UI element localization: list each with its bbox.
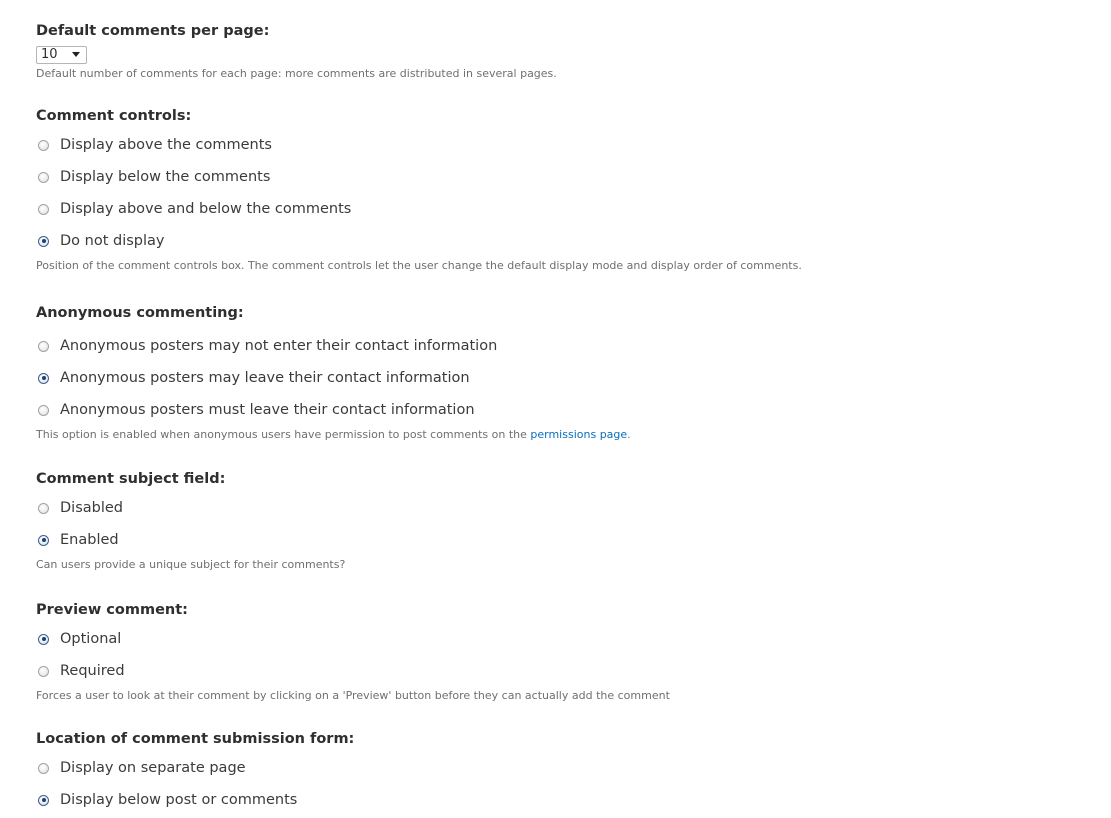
radio-button[interactable]	[38, 665, 49, 677]
comments-per-page-label: Default comments per page:	[36, 23, 270, 39]
option-label: Display below post or comments	[60, 792, 298, 808]
anonymous-commenting-label: Anonymous commenting:	[36, 305, 244, 321]
comments-per-page-value: 10	[41, 47, 58, 62]
comments-per-page-group: Default comments per page: 10 Default nu…	[36, 22, 557, 81]
description-suffix: .	[627, 428, 631, 441]
preview-comment-group: Preview comment: Optional Required Force…	[36, 601, 670, 703]
option-label: Anonymous posters must leave their conta…	[60, 402, 475, 418]
submission-form-location-group: Location of comment submission form: Dis…	[36, 730, 354, 811]
anonymous-commenting-description: This option is enabled when anonymous us…	[36, 428, 631, 442]
comment-controls-group: Comment controls: Display above the comm…	[36, 107, 802, 273]
location-option-below-post[interactable]: Display below post or comments	[36, 789, 354, 811]
comment-controls-option-below[interactable]: Display below the comments	[36, 166, 802, 188]
comment-controls-option-above-below[interactable]: Display above and below the comments	[36, 198, 802, 220]
radio-button[interactable]	[38, 139, 49, 151]
anonymous-option-must[interactable]: Anonymous posters must leave their conta…	[36, 399, 631, 421]
option-label: Display above the comments	[60, 137, 272, 153]
comment-controls-option-hidden[interactable]: Do not display	[36, 230, 802, 252]
subject-field-label: Comment subject field:	[36, 471, 226, 487]
radio-button[interactable]	[38, 762, 49, 774]
preview-option-optional[interactable]: Optional	[36, 628, 670, 650]
subject-field-group: Comment subject field: Disabled Enabled …	[36, 470, 345, 572]
radio-button[interactable]	[38, 340, 49, 352]
comment-controls-description: Position of the comment controls box. Th…	[36, 259, 802, 272]
subject-option-disabled[interactable]: Disabled	[36, 497, 345, 519]
preview-option-required[interactable]: Required	[36, 660, 670, 682]
comment-controls-option-above[interactable]: Display above the comments	[36, 134, 802, 156]
preview-comment-description: Forces a user to look at their comment b…	[36, 689, 670, 702]
radio-button-selected[interactable]	[38, 235, 49, 247]
preview-comment-label: Preview comment:	[36, 602, 188, 618]
permissions-page-link[interactable]: permissions page	[530, 428, 627, 441]
radio-button[interactable]	[38, 203, 49, 215]
radio-button[interactable]	[38, 404, 49, 416]
comment-controls-label: Comment controls:	[36, 108, 192, 124]
option-label: Enabled	[60, 532, 119, 548]
option-label: Disabled	[60, 500, 123, 516]
option-label: Optional	[60, 631, 122, 647]
description-text: This option is enabled when anonymous us…	[36, 428, 531, 441]
comment-settings-form: Default comments per page: 10 Default nu…	[0, 0, 1111, 818]
anonymous-commenting-group: Anonymous commenting: Anonymous posters …	[36, 304, 631, 442]
submission-form-location-label: Location of comment submission form:	[36, 731, 355, 747]
comments-per-page-select[interactable]: 10	[36, 45, 87, 64]
option-label: Display on separate page	[60, 760, 246, 776]
subject-field-description: Can users provide a unique subject for t…	[36, 558, 346, 571]
option-label: Display above and below the comments	[60, 201, 352, 217]
radio-button-selected[interactable]	[38, 534, 49, 546]
radio-button-selected[interactable]	[38, 372, 49, 384]
radio-button-selected[interactable]	[38, 633, 49, 645]
radio-button[interactable]	[38, 502, 49, 514]
subject-option-enabled[interactable]: Enabled	[36, 529, 345, 551]
option-label: Do not display	[60, 233, 165, 249]
location-option-separate-page[interactable]: Display on separate page	[36, 757, 354, 779]
comments-per-page-description: Default number of comments for each page…	[36, 66, 557, 80]
anonymous-option-may-not[interactable]: Anonymous posters may not enter their co…	[36, 335, 631, 357]
option-label: Anonymous posters may leave their contac…	[60, 370, 470, 386]
chevron-down-icon	[72, 52, 80, 57]
anonymous-option-may[interactable]: Anonymous posters may leave their contac…	[36, 367, 631, 389]
option-label: Display below the comments	[60, 169, 271, 185]
radio-button[interactable]	[38, 171, 49, 183]
radio-button-selected[interactable]	[38, 794, 49, 806]
option-label: Anonymous posters may not enter their co…	[60, 338, 498, 354]
option-label: Required	[60, 663, 125, 679]
